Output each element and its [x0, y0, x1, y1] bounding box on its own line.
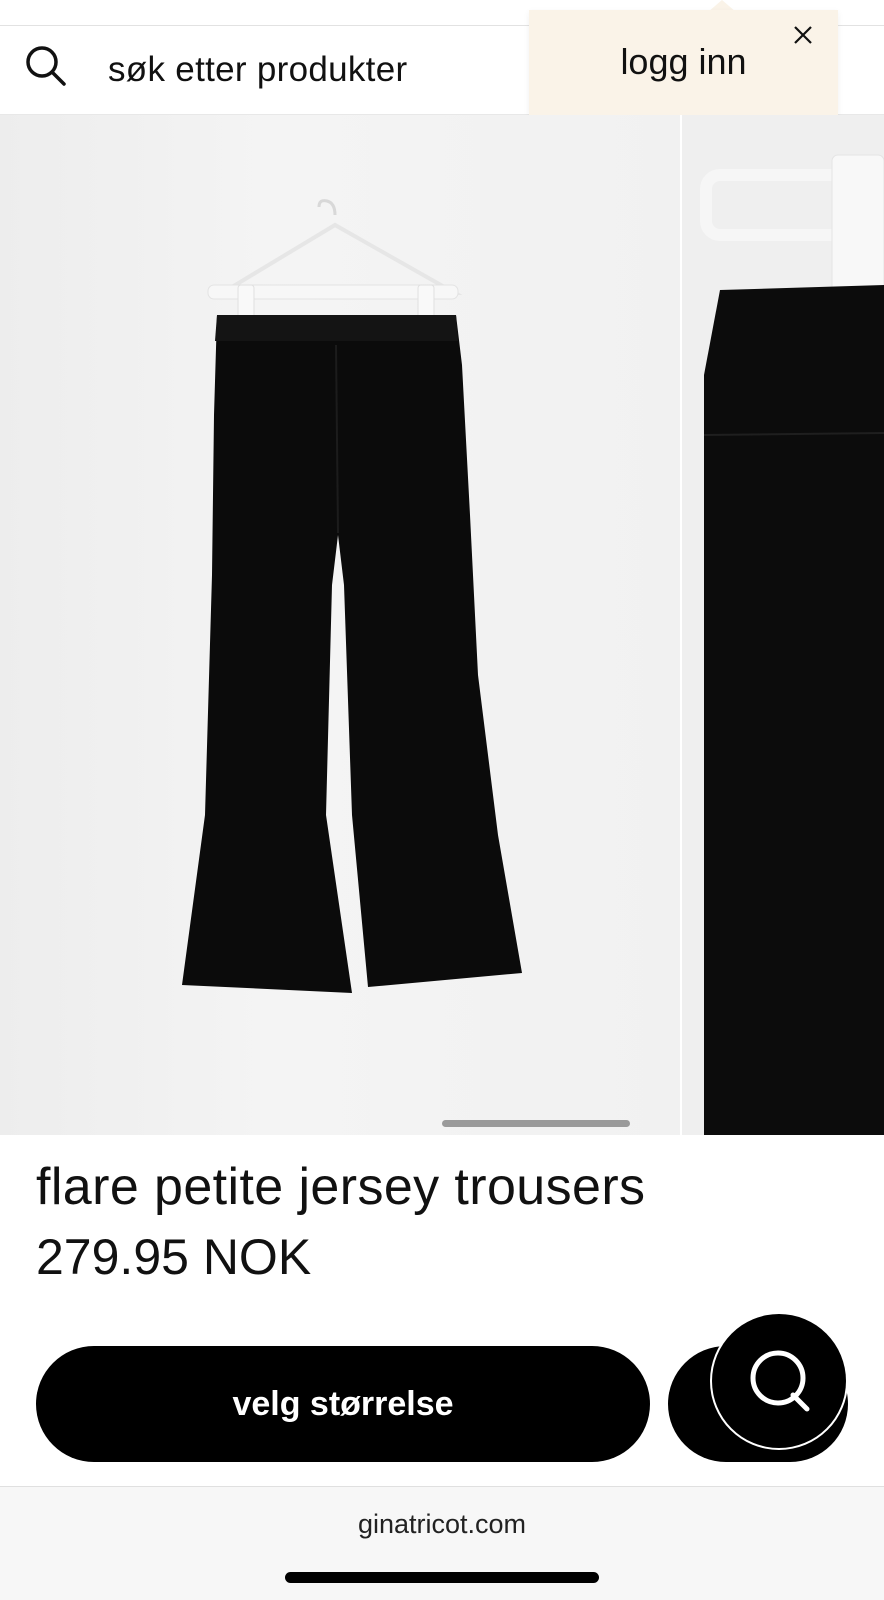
url-domain[interactable]: ginatricot.com [0, 1507, 884, 1541]
browser-address-bar: ginatricot.com [0, 1487, 884, 1600]
product-image-next[interactable] [682, 115, 884, 1135]
product-title: flare petite jersey trousers [36, 1158, 646, 1216]
chat-icon [750, 1350, 810, 1412]
chat-button[interactable] [712, 1314, 846, 1448]
product-image-main[interactable] [0, 115, 680, 1135]
close-icon[interactable] [790, 22, 816, 48]
search-input[interactable]: søk etter produkter [108, 48, 407, 92]
waistband-image [700, 154, 884, 1135]
home-indicator[interactable] [285, 1572, 599, 1583]
product-price: 279.95 NOK [36, 1229, 312, 1285]
login-popover: logg inn [529, 10, 838, 116]
gallery-scroll-indicator [442, 1120, 630, 1127]
trousers-image [182, 199, 522, 993]
product-image-gallery[interactable] [0, 115, 884, 1135]
search-icon[interactable] [22, 42, 70, 90]
select-size-button[interactable]: velg størrelse [36, 1346, 650, 1462]
